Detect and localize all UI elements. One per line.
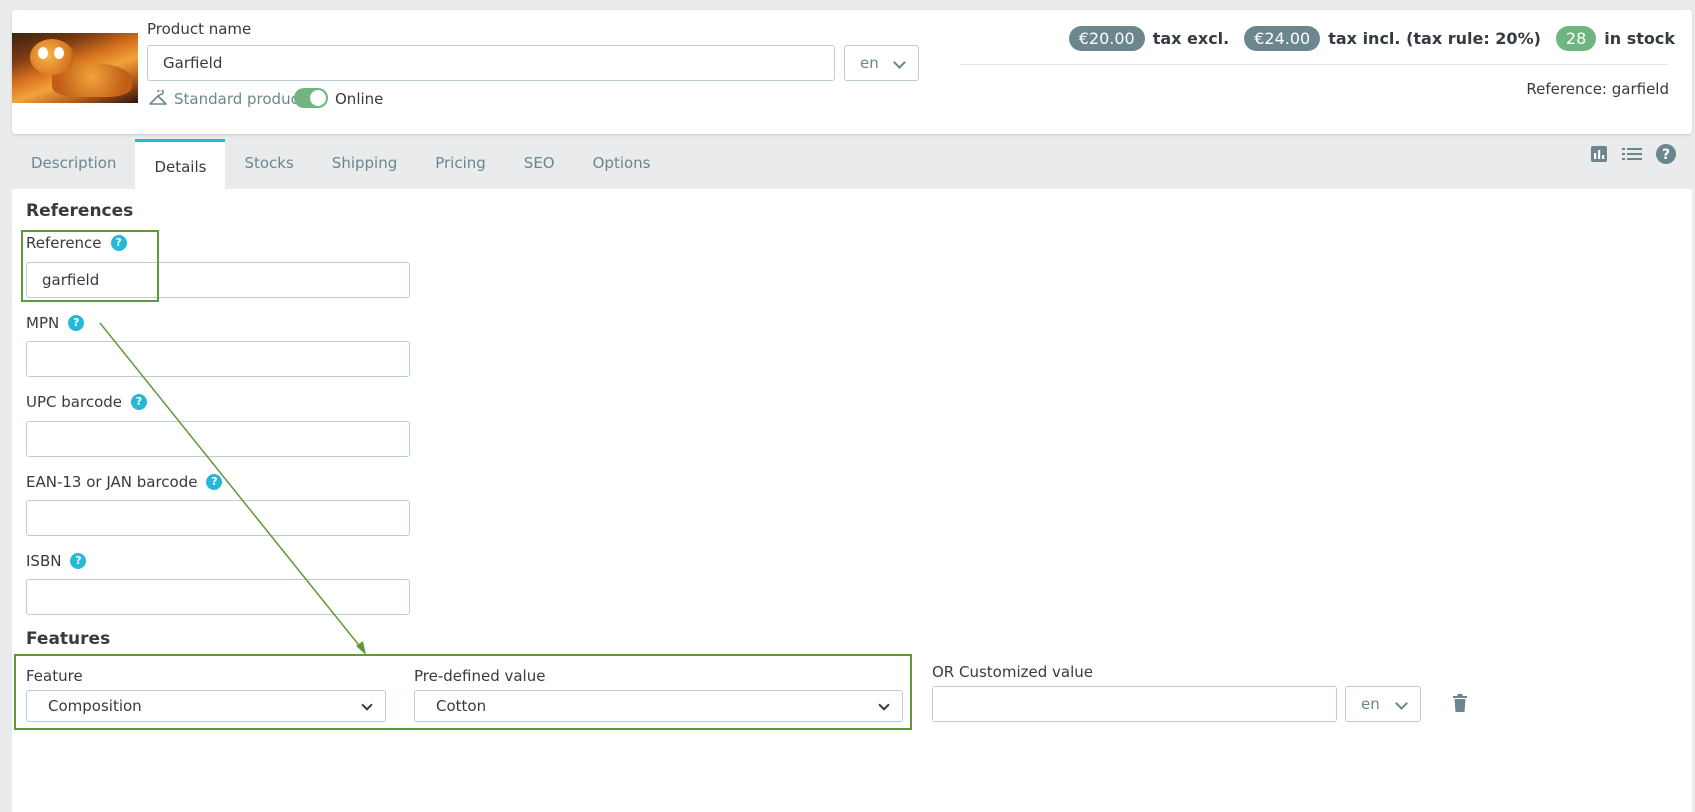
- references-title: References: [26, 201, 134, 221]
- chevron-down-icon: [1395, 697, 1408, 710]
- predefined-value-label: Pre-defined value: [414, 667, 546, 685]
- help-icon[interactable]: ?: [68, 315, 85, 331]
- reference-input[interactable]: garfield: [26, 262, 410, 298]
- stats-icon[interactable]: [1590, 145, 1608, 167]
- feature-select-value: Composition: [48, 697, 142, 715]
- online-toggle[interactable]: [294, 88, 328, 108]
- online-label: Online: [335, 90, 384, 108]
- tab-shipping[interactable]: Shipping: [313, 139, 416, 189]
- help-icon[interactable]: ?: [70, 553, 87, 569]
- reference-summary: Reference: garfield: [1526, 80, 1669, 98]
- tab-options[interactable]: Options: [574, 139, 670, 189]
- price-excl-label: tax excl.: [1152, 29, 1230, 48]
- isbn-label: ISBN?: [26, 552, 87, 570]
- tab-stocks[interactable]: Stocks: [225, 139, 312, 189]
- product-tabs: Description Details Stocks Shipping Pric…: [12, 139, 670, 189]
- lang-select-value: en: [860, 54, 879, 72]
- predefined-value-select-value: Cotton: [436, 697, 487, 715]
- product-thumbnail[interactable]: [12, 33, 138, 103]
- help-icon[interactable]: ?: [206, 474, 223, 490]
- product-name-label: Product name: [147, 20, 252, 38]
- hanger-icon: [148, 88, 168, 108]
- list-icon[interactable]: [1622, 146, 1642, 166]
- stock-badge: 28: [1555, 26, 1597, 51]
- mpn-input[interactable]: [26, 341, 410, 377]
- product-name-lang-select[interactable]: en: [844, 45, 919, 81]
- divider: [960, 64, 1668, 65]
- toolbar-icons: ?: [1576, 144, 1676, 168]
- feature-label: Feature: [26, 667, 83, 685]
- isbn-input[interactable]: [26, 579, 410, 615]
- chevron-down-icon: [893, 56, 906, 69]
- tab-description[interactable]: Description: [12, 139, 135, 189]
- help-icon[interactable]: ?: [110, 235, 127, 251]
- tab-pricing[interactable]: Pricing: [416, 139, 505, 189]
- mpn-label: MPN?: [26, 314, 85, 332]
- tab-details[interactable]: Details: [135, 139, 226, 189]
- svg-text:?: ?: [1662, 147, 1670, 163]
- stock-label: in stock: [1604, 29, 1675, 48]
- chevron-down-icon: [878, 699, 890, 711]
- upc-label: UPC barcode?: [26, 393, 147, 411]
- custom-value-input[interactable]: [932, 686, 1337, 722]
- ean13-label: EAN-13 or JAN barcode?: [26, 473, 223, 491]
- custom-value-label: OR Customized value: [932, 663, 1093, 681]
- price-incl-badge: €24.00: [1244, 26, 1321, 51]
- chevron-down-icon: [361, 699, 373, 711]
- feature-select[interactable]: Composition: [26, 690, 386, 722]
- trash-icon[interactable]: [1453, 694, 1467, 712]
- price-excl-badge: €20.00: [1068, 26, 1145, 51]
- tab-seo[interactable]: SEO: [505, 139, 574, 189]
- upc-input[interactable]: [26, 421, 410, 457]
- ean13-input[interactable]: [26, 500, 410, 536]
- reference-label: Reference?: [26, 234, 127, 252]
- help-icon[interactable]: ?: [131, 394, 147, 410]
- lang-select-value: en: [1361, 695, 1380, 713]
- price-summary: €20.00 tax excl. €24.00 tax incl. (tax r…: [1068, 26, 1675, 51]
- features-title: Features: [26, 629, 111, 649]
- custom-value-lang-select[interactable]: en: [1345, 686, 1421, 722]
- predefined-value-select[interactable]: Cotton: [414, 690, 903, 722]
- price-incl-label: tax incl. (tax rule: 20%): [1328, 29, 1541, 48]
- product-type[interactable]: Standard product: [148, 88, 305, 108]
- product-name-input[interactable]: Garfield: [147, 45, 835, 81]
- product-type-label: Standard product: [174, 90, 305, 108]
- help-icon[interactable]: ?: [1656, 144, 1676, 168]
